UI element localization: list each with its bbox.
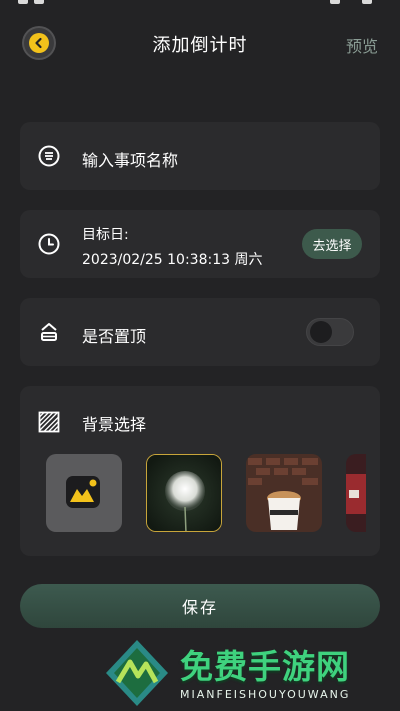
preview-button[interactable]: 预览: [346, 33, 378, 57]
page-title: 添加倒计时: [152, 35, 248, 56]
target-date-card: 目标日: 2023/02/25 10:38:13 周六 去选择: [20, 210, 380, 278]
watermark-logo-icon: [106, 640, 168, 706]
pin-top-toggle[interactable]: [306, 318, 354, 346]
watermark: 免费手游网 MIANFEISHOUYOUWANG: [100, 636, 400, 711]
background-option-coffee[interactable]: [246, 454, 322, 532]
watermark-title: 免费手游网: [180, 647, 350, 686]
dandelion-image: [147, 455, 221, 531]
image-add-icon: [66, 476, 100, 508]
target-date-value: 2023/02/25 10:38:13 周六: [82, 252, 263, 268]
coffee-cup-image: [246, 454, 322, 532]
status-bar: [0, 0, 400, 8]
hatch-square-icon: [38, 411, 60, 433]
toggle-knob: [310, 321, 332, 343]
background-option-car[interactable]: [346, 454, 366, 532]
status-icon: [330, 0, 340, 4]
watermark-subtitle: MIANFEISHOUYOUWANG: [180, 688, 351, 701]
status-icon: [362, 0, 372, 4]
background-options: [46, 454, 366, 534]
status-icon: [18, 0, 28, 4]
car-image: [346, 454, 366, 532]
event-name-field[interactable]: 输入事项名称: [20, 122, 380, 190]
pin-top-card: 是否置顶: [20, 298, 380, 366]
clock-icon: [38, 233, 60, 255]
pin-top-icon: [41, 323, 57, 341]
pin-top-label: 是否置顶: [82, 327, 147, 346]
background-label: 背景选择: [82, 415, 147, 434]
choose-date-button[interactable]: 去选择: [302, 229, 362, 259]
event-name-placeholder: 输入事项名称: [82, 151, 179, 170]
header: 添加倒计时 预览: [0, 18, 400, 68]
background-card: 背景选择: [20, 386, 380, 556]
background-option-custom[interactable]: [46, 454, 122, 532]
background-option-dandelion[interactable]: [146, 454, 222, 532]
status-icon: [34, 0, 44, 4]
target-date-label: 目标日:: [82, 227, 129, 243]
list-circle-icon: [38, 145, 60, 167]
save-button[interactable]: 保存: [20, 584, 380, 628]
